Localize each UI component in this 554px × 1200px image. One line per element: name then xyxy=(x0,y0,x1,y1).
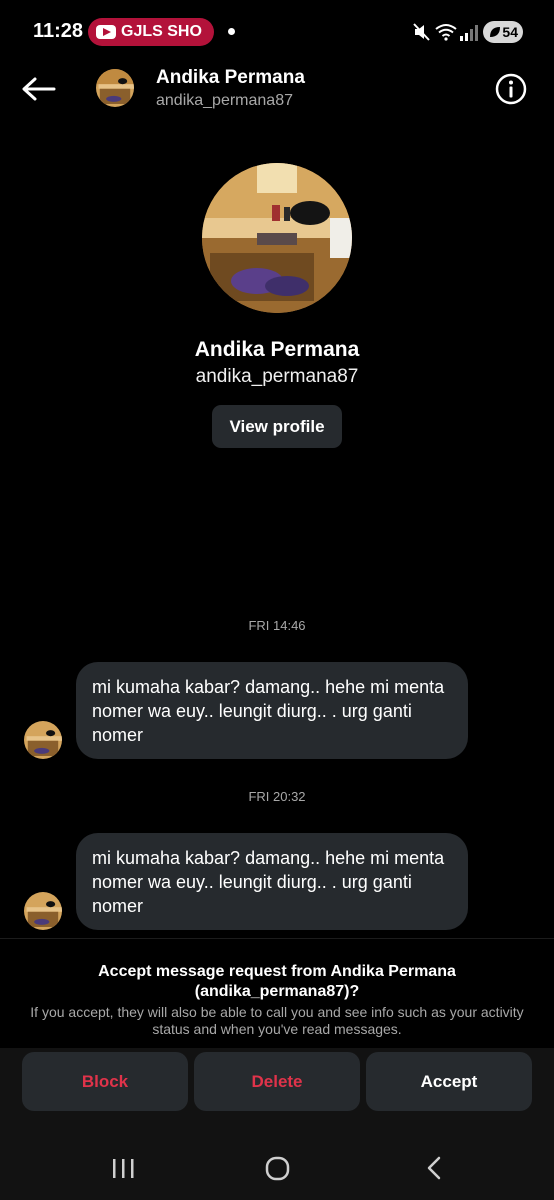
signal-icon xyxy=(460,25,478,41)
message-timestamp: FRI 20:32 xyxy=(248,789,306,804)
message-bubble[interactable]: mi kumaha kabar? damang.. hehe mi menta … xyxy=(76,833,468,930)
system-status-icons: 54 xyxy=(413,20,523,46)
wifi-icon xyxy=(435,24,457,41)
youtube-notification-pill[interactable]: GJLS SHO xyxy=(88,18,214,46)
profile-photo xyxy=(96,69,134,107)
profile-username: andika_permana87 xyxy=(195,366,359,387)
profile-photo xyxy=(202,163,352,313)
delete-button[interactable]: Delete xyxy=(194,1052,360,1111)
recents-icon xyxy=(113,1159,134,1178)
request-title: Accept message request from Andika Perma… xyxy=(98,963,456,1000)
message-timestamp: FRI 14:46 xyxy=(248,618,306,633)
profile-name: Andika Permana xyxy=(194,338,360,361)
profile-photo xyxy=(24,721,62,759)
message-bubble[interactable]: mi kumaha kabar? damang.. hehe mi menta … xyxy=(76,662,468,759)
chevron-left-icon xyxy=(427,1156,441,1180)
divider xyxy=(0,938,554,939)
home-icon xyxy=(265,1156,290,1181)
back-nav-button[interactable] xyxy=(420,1150,448,1186)
recent-apps-button[interactable] xyxy=(108,1150,138,1186)
notification-text: GJLS SHO xyxy=(121,23,202,40)
profile-photo xyxy=(24,892,62,930)
request-description: If you accept, they will also be able to… xyxy=(30,1004,524,1037)
view-profile-button[interactable]: View profile xyxy=(212,405,342,448)
block-button[interactable]: Block xyxy=(22,1052,188,1111)
header-name[interactable]: Andika Permana xyxy=(156,67,305,89)
info-icon xyxy=(495,73,527,105)
back-button[interactable] xyxy=(18,70,58,110)
status-time: 11:28 xyxy=(33,20,84,42)
status-bar: 11:28 GJLS SHO 54 xyxy=(0,0,554,64)
arrow-left-icon xyxy=(22,77,56,101)
sender-avatar[interactable] xyxy=(24,721,62,759)
home-button[interactable] xyxy=(262,1150,294,1186)
sender-avatar[interactable] xyxy=(24,892,62,930)
notification-dot-icon xyxy=(228,28,235,35)
battery-indicator: 54 xyxy=(483,21,523,43)
leaf-icon xyxy=(490,27,500,37)
header-username[interactable]: andika_permana87 xyxy=(156,92,293,110)
youtube-icon xyxy=(96,25,116,39)
accept-button[interactable]: Accept xyxy=(366,1052,532,1111)
mute-icon xyxy=(413,23,430,41)
battery-percent: 54 xyxy=(502,24,518,40)
profile-avatar[interactable] xyxy=(202,163,352,313)
header-avatar[interactable] xyxy=(96,69,134,107)
info-button[interactable] xyxy=(494,72,528,106)
